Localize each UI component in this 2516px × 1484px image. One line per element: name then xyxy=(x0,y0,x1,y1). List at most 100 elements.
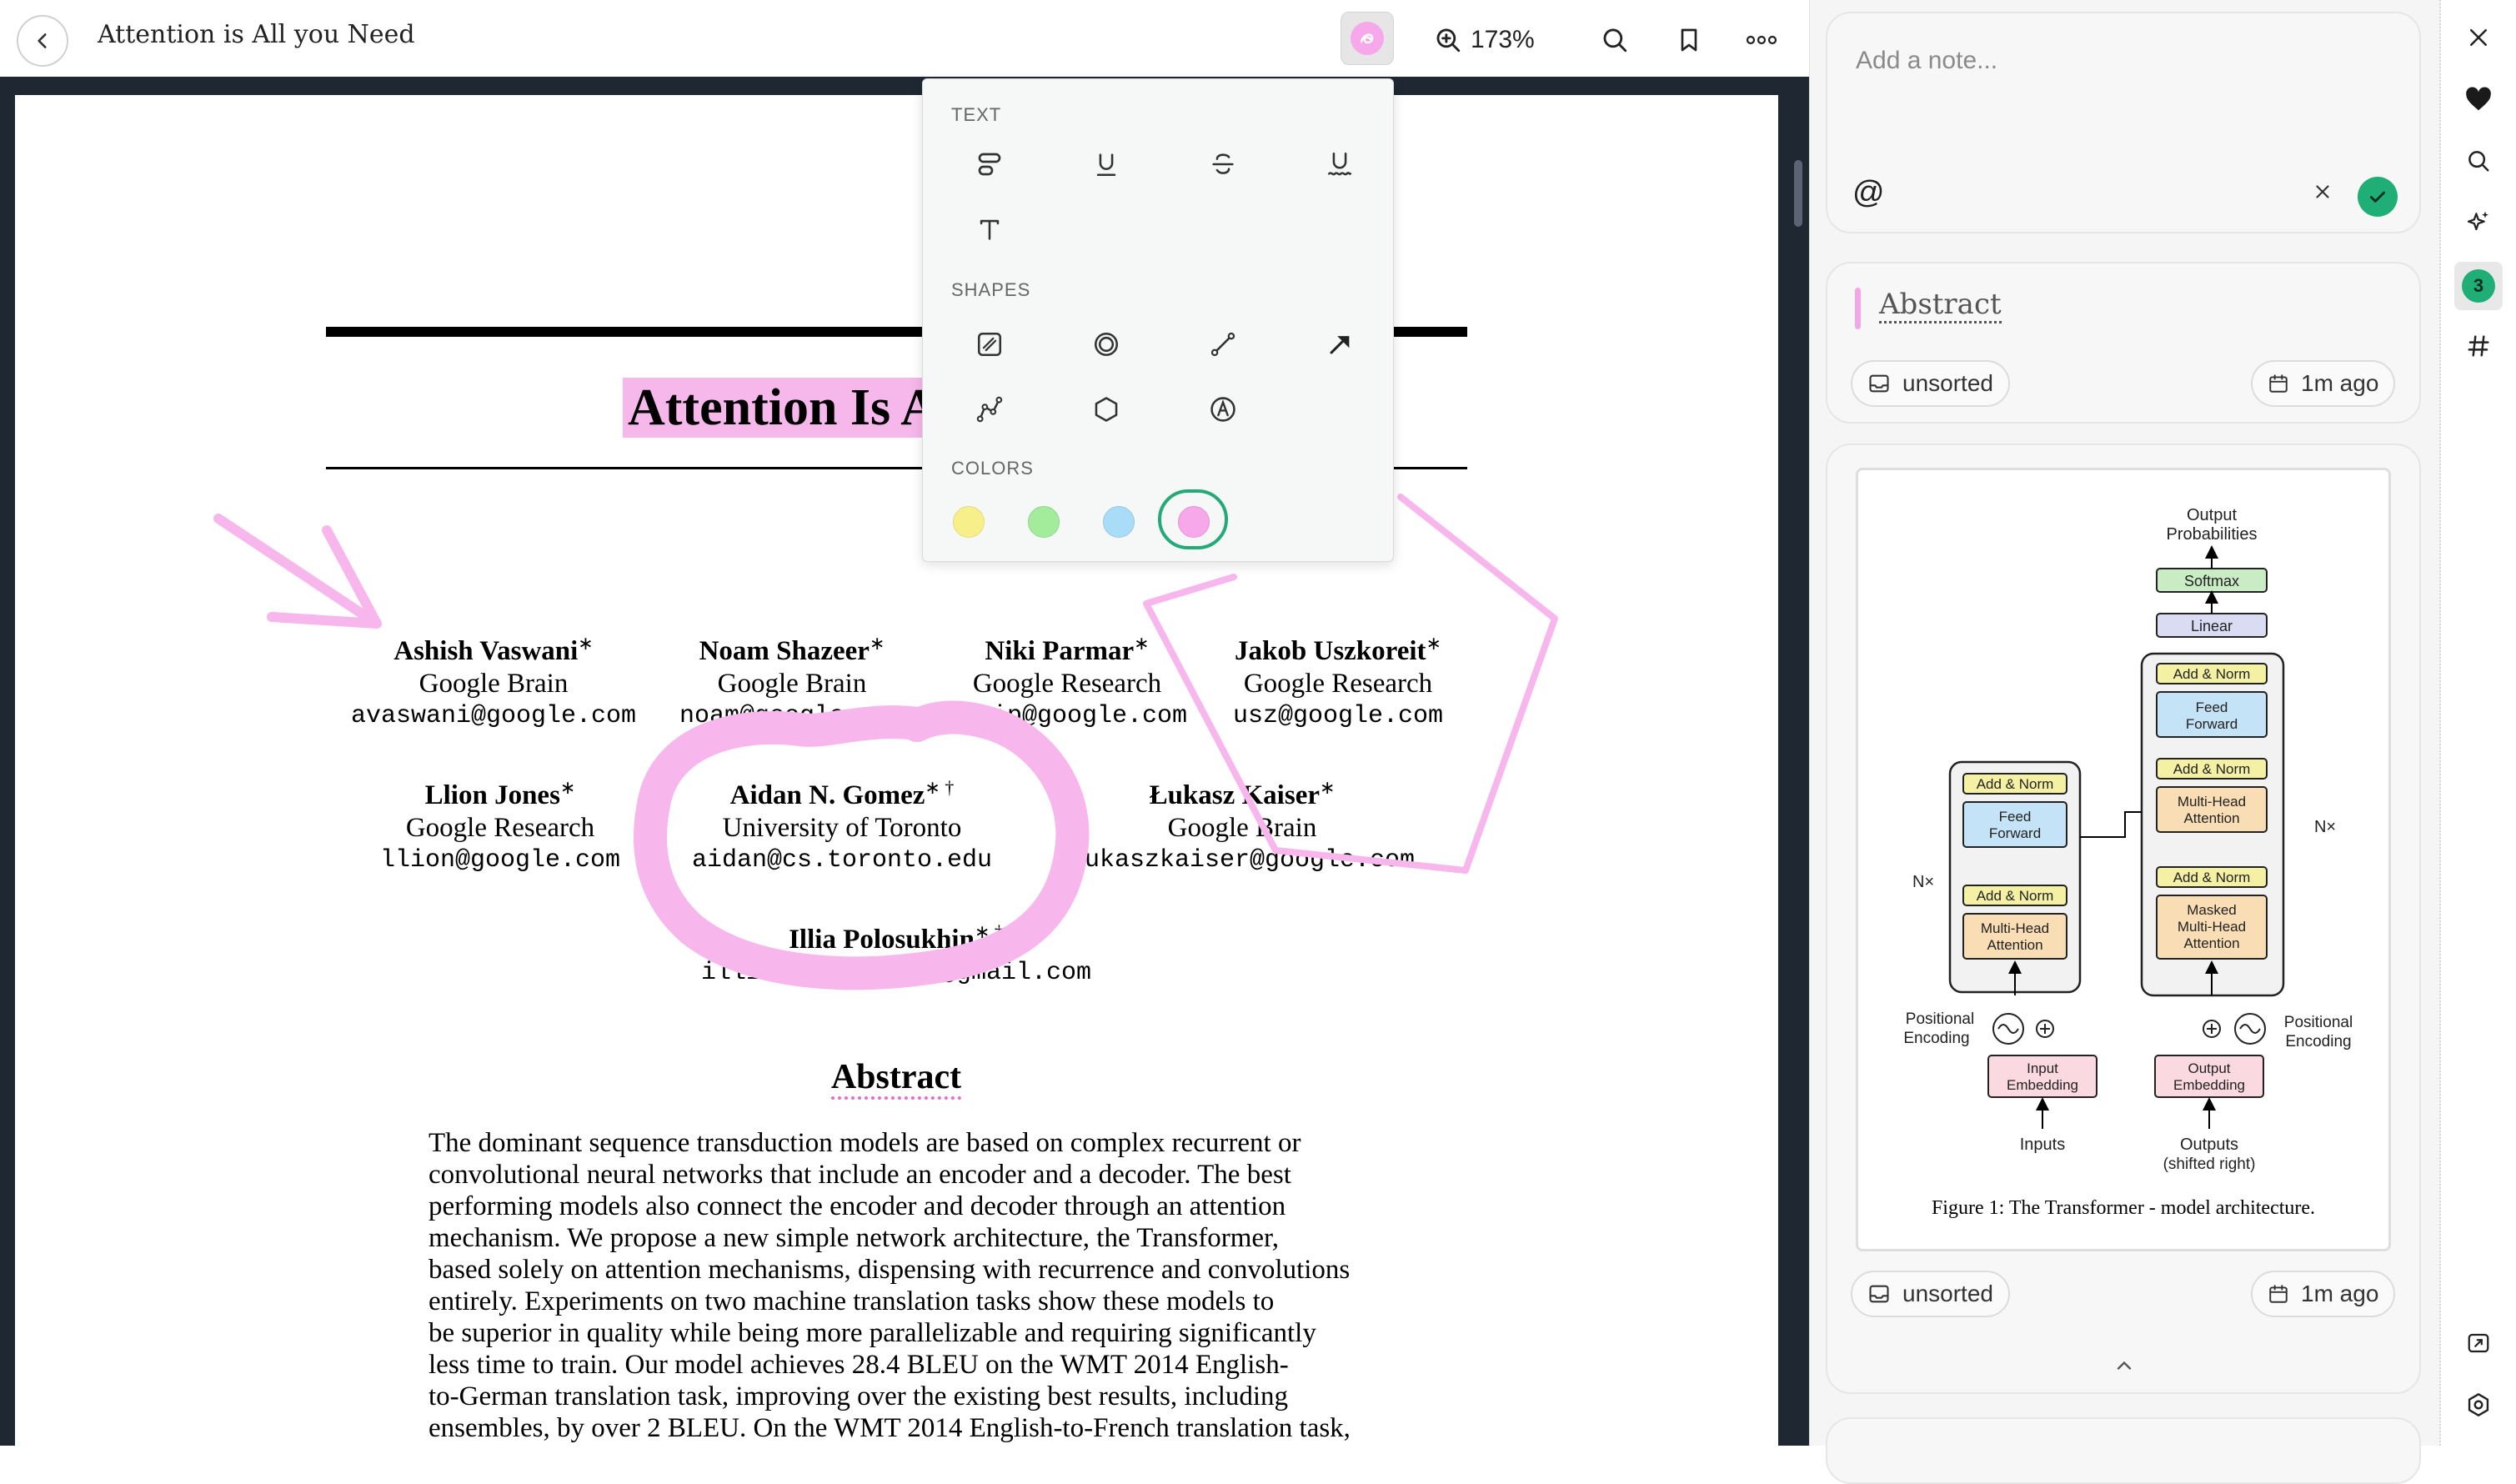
inputs-label: Inputs xyxy=(2020,1136,2065,1154)
mention-icon[interactable]: @ xyxy=(1852,175,1885,211)
calendar-icon xyxy=(2269,374,2288,393)
chevron-up-icon xyxy=(2117,1361,2132,1370)
color-swatch-yellow[interactable] xyxy=(953,506,985,538)
tags-button[interactable] xyxy=(2459,327,2498,365)
strikethrough-tool[interactable] xyxy=(1198,139,1248,189)
dec-addnorm-1: Add & Norm xyxy=(2173,666,2251,682)
arrow-tool[interactable] xyxy=(1315,319,1365,369)
close-icon xyxy=(2316,185,2329,198)
sparkles-icon xyxy=(2467,211,2488,231)
linear-label: Linear xyxy=(2191,618,2233,634)
ink-signature-icon xyxy=(1210,397,1235,422)
rectangle-icon xyxy=(977,332,1002,357)
shapes-section-label: SHAPES xyxy=(951,279,1031,300)
collapse-button[interactable] xyxy=(2109,1351,2139,1381)
underline-tool[interactable] xyxy=(1081,139,1131,189)
ink-annotations xyxy=(213,494,1558,990)
calendar-icon xyxy=(2269,1285,2288,1303)
folder-chip[interactable]: unsorted xyxy=(1851,360,2010,407)
svg-text:Forward: Forward xyxy=(1989,825,2041,841)
inbox-icon xyxy=(1869,374,1889,393)
transformer-diagram: Output Probabilities Softmax Linear Add … xyxy=(1903,506,2353,1173)
timestamp-chip[interactable]: 1m ago xyxy=(2251,360,2396,407)
svg-text:Embedding: Embedding xyxy=(2007,1077,2078,1093)
rectangle-tool[interactable] xyxy=(965,319,1015,369)
folder-chip[interactable]: unsorted xyxy=(1851,1271,2010,1317)
hashtag-icon xyxy=(2468,335,2489,357)
highlight-tool[interactable] xyxy=(965,139,1015,189)
output-prob-label: Output xyxy=(2187,506,2237,524)
highlight-icon xyxy=(978,153,1001,176)
svg-text:Attention: Attention xyxy=(2183,810,2239,826)
color-swatch-pink[interactable] xyxy=(1178,506,1210,538)
expand-panel-button[interactable] xyxy=(2459,1324,2498,1362)
svg-text:Attention: Attention xyxy=(1987,937,2042,953)
svg-text:Multi-Head: Multi-Head xyxy=(2178,919,2246,935)
output-prob-label-2: Probabilities xyxy=(2167,525,2258,544)
line-tool[interactable] xyxy=(1198,319,1248,369)
svg-text:Masked: Masked xyxy=(2187,902,2237,918)
inbox-icon xyxy=(1869,1285,1889,1303)
colors-section-label: COLORS xyxy=(951,458,1034,479)
figure-snapshot[interactable]: Output Probabilities Softmax Linear Add … xyxy=(1856,468,2391,1251)
figure-caption: Figure 1: The Transformer - model archit… xyxy=(1931,1197,2316,1219)
annotation-title-text: Abstract xyxy=(1879,288,2002,323)
svg-text:Attention: Attention xyxy=(2183,935,2239,951)
line-icon xyxy=(1210,332,1235,357)
note-save-button[interactable] xyxy=(2358,177,2398,217)
heart-icon xyxy=(2466,87,2491,111)
text-section-label: TEXT xyxy=(951,104,1002,125)
annotation-card[interactable] xyxy=(1826,1417,2421,1484)
svg-text:Multi-Head: Multi-Head xyxy=(2178,794,2246,810)
underline-icon xyxy=(1096,153,1116,177)
annotation-title: Abstract xyxy=(1879,288,2002,323)
timestamp-label: 1m ago xyxy=(2301,370,2379,396)
svg-text:Positional: Positional xyxy=(2284,1014,2353,1031)
ellipse-icon xyxy=(1094,332,1119,357)
svg-text:Input: Input xyxy=(2027,1060,2058,1076)
softmax-label: Softmax xyxy=(2184,573,2239,589)
svg-text:Output: Output xyxy=(2188,1060,2230,1076)
polygon-tool[interactable] xyxy=(1081,384,1131,434)
svg-text:Multi-Head: Multi-Head xyxy=(1981,920,2049,936)
dec-addnorm-3: Add & Norm xyxy=(2173,870,2251,885)
annotation-toolbar-popup: TEXT SHAPES COLORS xyxy=(922,78,1394,562)
ai-button[interactable] xyxy=(2459,203,2498,242)
search-icon xyxy=(2468,151,2489,172)
note-clear-button[interactable] xyxy=(2308,177,2338,207)
polyline-icon xyxy=(976,396,1003,423)
enc-addnorm-1: Add & Norm xyxy=(1977,776,2054,792)
annotations-count-button[interactable]: 3 xyxy=(2454,262,2503,310)
color-swatch-blue[interactable] xyxy=(1103,506,1135,538)
svg-text:Feed: Feed xyxy=(2196,699,2228,715)
text-tool[interactable] xyxy=(965,204,1015,254)
squiggly-tool[interactable] xyxy=(1315,139,1365,189)
svg-text:Feed: Feed xyxy=(1999,809,2032,825)
search-annotations-button[interactable] xyxy=(2459,142,2498,180)
ink-tool[interactable] xyxy=(1198,384,1248,434)
ink-circle[interactable] xyxy=(634,700,1090,990)
settings-button[interactable] xyxy=(2459,1386,2498,1424)
arrow-icon xyxy=(1330,336,1350,354)
decoder-nx: N× xyxy=(2314,818,2336,836)
favorite-button[interactable] xyxy=(2459,80,2498,118)
ink-arrow[interactable] xyxy=(213,514,382,629)
enc-addnorm-2: Add & Norm xyxy=(1977,888,2054,904)
panel-divider xyxy=(2426,0,2441,1446)
outputs-sub-label: (shifted right) xyxy=(2163,1156,2256,1173)
polyline-tool[interactable] xyxy=(965,384,1015,434)
check-icon xyxy=(2370,191,2385,203)
folder-label: unsorted xyxy=(1902,1281,1993,1306)
svg-text:Forward: Forward xyxy=(2186,716,2238,732)
note-input[interactable]: Add a note... xyxy=(1856,47,1997,75)
annotation-color-bar xyxy=(1855,288,1861,329)
ellipse-tool[interactable] xyxy=(1081,319,1131,369)
timestamp-chip[interactable]: 1m ago xyxy=(2251,1271,2396,1317)
color-swatch-green[interactable] xyxy=(1028,506,1060,538)
close-panel-button[interactable] xyxy=(2459,18,2498,57)
annotations-count-badge: 3 xyxy=(2462,269,2495,303)
folder-label: unsorted xyxy=(1902,370,1993,396)
squiggly-underline-icon xyxy=(1327,152,1352,176)
polygon-icon xyxy=(1095,397,1118,422)
svg-text:Positional: Positional xyxy=(1906,1010,1974,1028)
